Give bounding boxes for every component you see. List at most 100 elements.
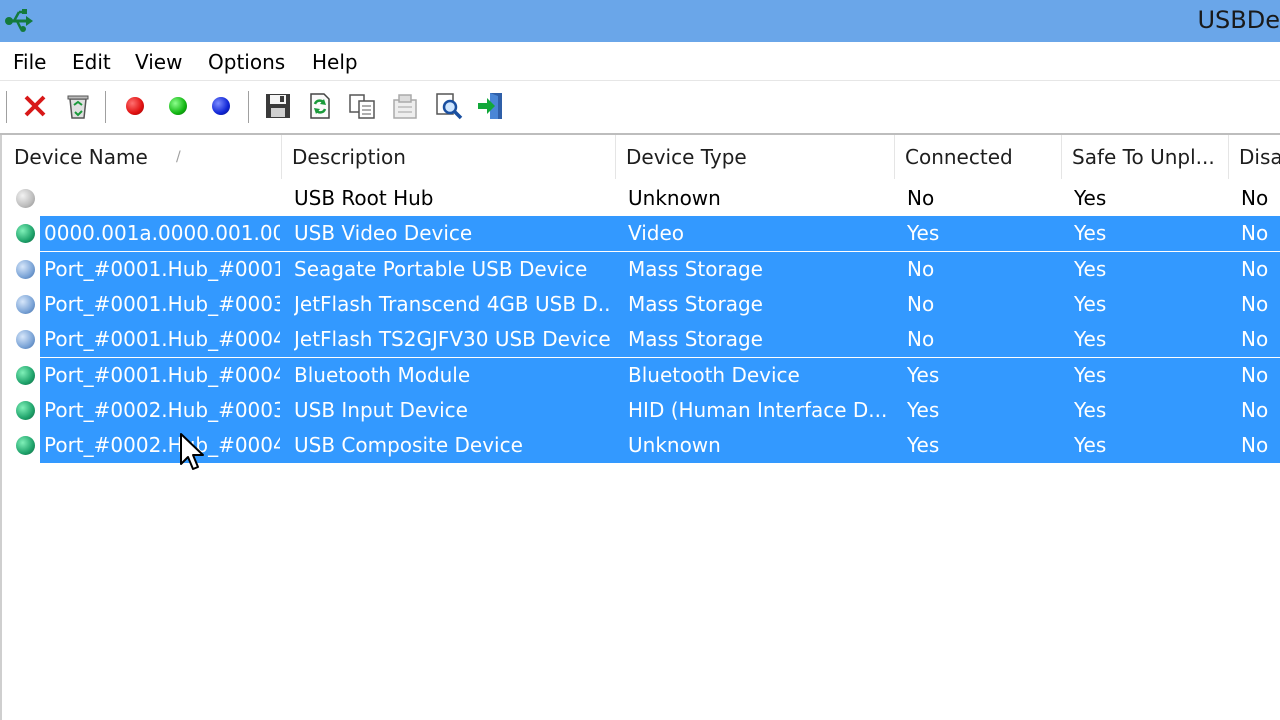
enable-button[interactable] [161,89,195,123]
copy-icon [349,94,375,119]
cell-disabled: No [1241,433,1269,458]
table-row[interactable]: Port_#0002.Hub_#0003 USB Input Device HID … [2,392,1280,428]
table-row[interactable]: 0000.001a.0000.001.00... USB Video Device… [2,216,1280,252]
cell-device-name [44,181,280,216]
table-row[interactable]: Port_#0001.Hub_#0001 Seagate Portable USB… [2,251,1280,287]
properties-button[interactable] [388,89,422,123]
mouse-cursor-icon [180,433,204,470]
cell-description: JetFlash Transcend 4GB USB D... [294,291,612,316]
column-header-description[interactable]: Description [282,135,616,179]
status-green-icon [16,365,35,385]
menu-file[interactable]: File [13,50,46,74]
cell-safe-to-unplug: Yes [1074,362,1107,387]
cell-safe-to-unplug: Yes [1074,256,1107,281]
cell-device-name: Port_#0002.Hub_#0003 [44,397,280,422]
cell-connected: Yes [907,397,940,422]
column-header-safe-to-unplug[interactable]: Safe To Unpl... [1062,135,1229,179]
table-row[interactable]: Port_#0001.Hub_#0004 Bluetooth Module Blue… [2,357,1280,393]
cell-connected: No [907,186,935,210]
cell-description: USB Video Device [294,221,473,246]
cell-description: Bluetooth Module [294,362,471,387]
cell-disabled: No [1241,186,1269,210]
cell-connected: No [907,256,935,281]
disable-selected-button[interactable] [18,89,52,123]
menu-bar: File Edit View Options Help [0,42,1280,81]
cell-disabled: No [1241,327,1269,352]
find-icon [436,93,463,120]
cell-safe-to-unplug: Yes [1074,291,1107,316]
red-dot-icon [126,97,144,115]
column-header-connected[interactable]: Connected [895,135,1062,179]
disconnect-button[interactable] [204,89,238,123]
save-button[interactable] [261,89,295,123]
toolbar-separator [248,91,249,123]
cell-device-name: 0000.001a.0000.001.00... [44,221,280,246]
cell-disabled: No [1241,221,1269,246]
menu-view[interactable]: View [135,50,182,74]
cell-device-type: Mass Storage [628,327,763,352]
toolbar-separator [105,91,106,123]
copy-button[interactable] [345,89,379,123]
usb-app-icon [5,9,33,32]
cell-device-type: HID (Human Interface D... [628,397,888,422]
cell-description: USB Composite Device [294,433,523,458]
cell-device-type: Unknown [628,433,721,458]
disable-button[interactable] [118,89,152,123]
cell-device-type: Mass Storage [628,291,763,316]
cell-device-type: Unknown [628,186,721,210]
column-header-device-name[interactable]: Device Name / [4,135,282,179]
cell-connected: Yes [907,433,940,458]
find-button[interactable] [432,89,466,123]
title-bar: USBDe [0,0,1280,42]
sort-indicator-icon: / [176,149,181,165]
status-green-icon [16,224,35,244]
cell-disabled: No [1241,256,1269,281]
column-header-label: Device Name [14,145,148,169]
toolbar [0,81,1280,135]
save-icon [266,94,290,118]
uninstall-button[interactable] [61,89,95,123]
column-header-row: Device Name / Description Device Type Co… [2,135,1280,179]
cell-description: USB Root Hub [294,186,434,210]
cell-device-type: Bluetooth Device [628,362,800,387]
cell-disabled: No [1241,397,1269,422]
device-list[interactable]: Device Name / Description Device Type Co… [0,135,1280,720]
blue-dot-icon [212,97,230,115]
cell-device-name: Port_#0001.Hub_#0004 [44,362,280,387]
properties-icon [393,94,417,119]
status-blue-icon [16,259,35,279]
cell-description: USB Input Device [294,397,468,422]
refresh-button[interactable] [302,89,336,123]
cell-connected: Yes [907,362,940,387]
cell-safe-to-unplug: Yes [1074,186,1107,210]
cell-device-name: Port_#0001.Hub_#0003 [44,291,280,316]
cell-description: JetFlash TS2GJFV30 USB Device [294,327,611,352]
recycle-icon [67,95,89,119]
column-header-disabled[interactable]: Disa [1229,135,1280,179]
status-green-icon [16,436,35,456]
cell-disabled: No [1241,291,1269,316]
column-header-device-type[interactable]: Device Type [616,135,895,179]
menu-options[interactable]: Options [208,50,285,74]
exit-button[interactable] [474,89,508,123]
menu-help[interactable]: Help [312,50,358,74]
cell-safe-to-unplug: Yes [1074,221,1107,246]
table-row[interactable]: Port_#0001.Hub_#0003 JetFlash Transcend 4… [2,286,1280,322]
cell-device-type: Video [628,221,685,246]
cell-description: Seagate Portable USB Device [294,256,588,281]
cell-safe-to-unplug: Yes [1074,327,1107,352]
cell-disabled: No [1241,362,1269,387]
cell-connected: No [907,327,935,352]
toolbar-separator [6,91,7,123]
exit-icon [478,93,502,119]
menu-edit[interactable]: Edit [72,50,111,74]
delete-x-icon [24,95,46,117]
window-title: USBDe [1197,6,1280,34]
cell-device-name: Port_#0001.Hub_#0001 [44,256,280,281]
status-blue-icon [16,330,35,350]
table-row[interactable]: USB Root Hub Unknown No Yes No [2,181,1280,216]
cell-connected: No [907,291,935,316]
table-row[interactable]: Port_#0001.Hub_#0004 JetFlash TS2GJFV30 U… [2,322,1280,358]
refresh-icon [310,93,330,119]
cell-connected: Yes [907,221,940,246]
